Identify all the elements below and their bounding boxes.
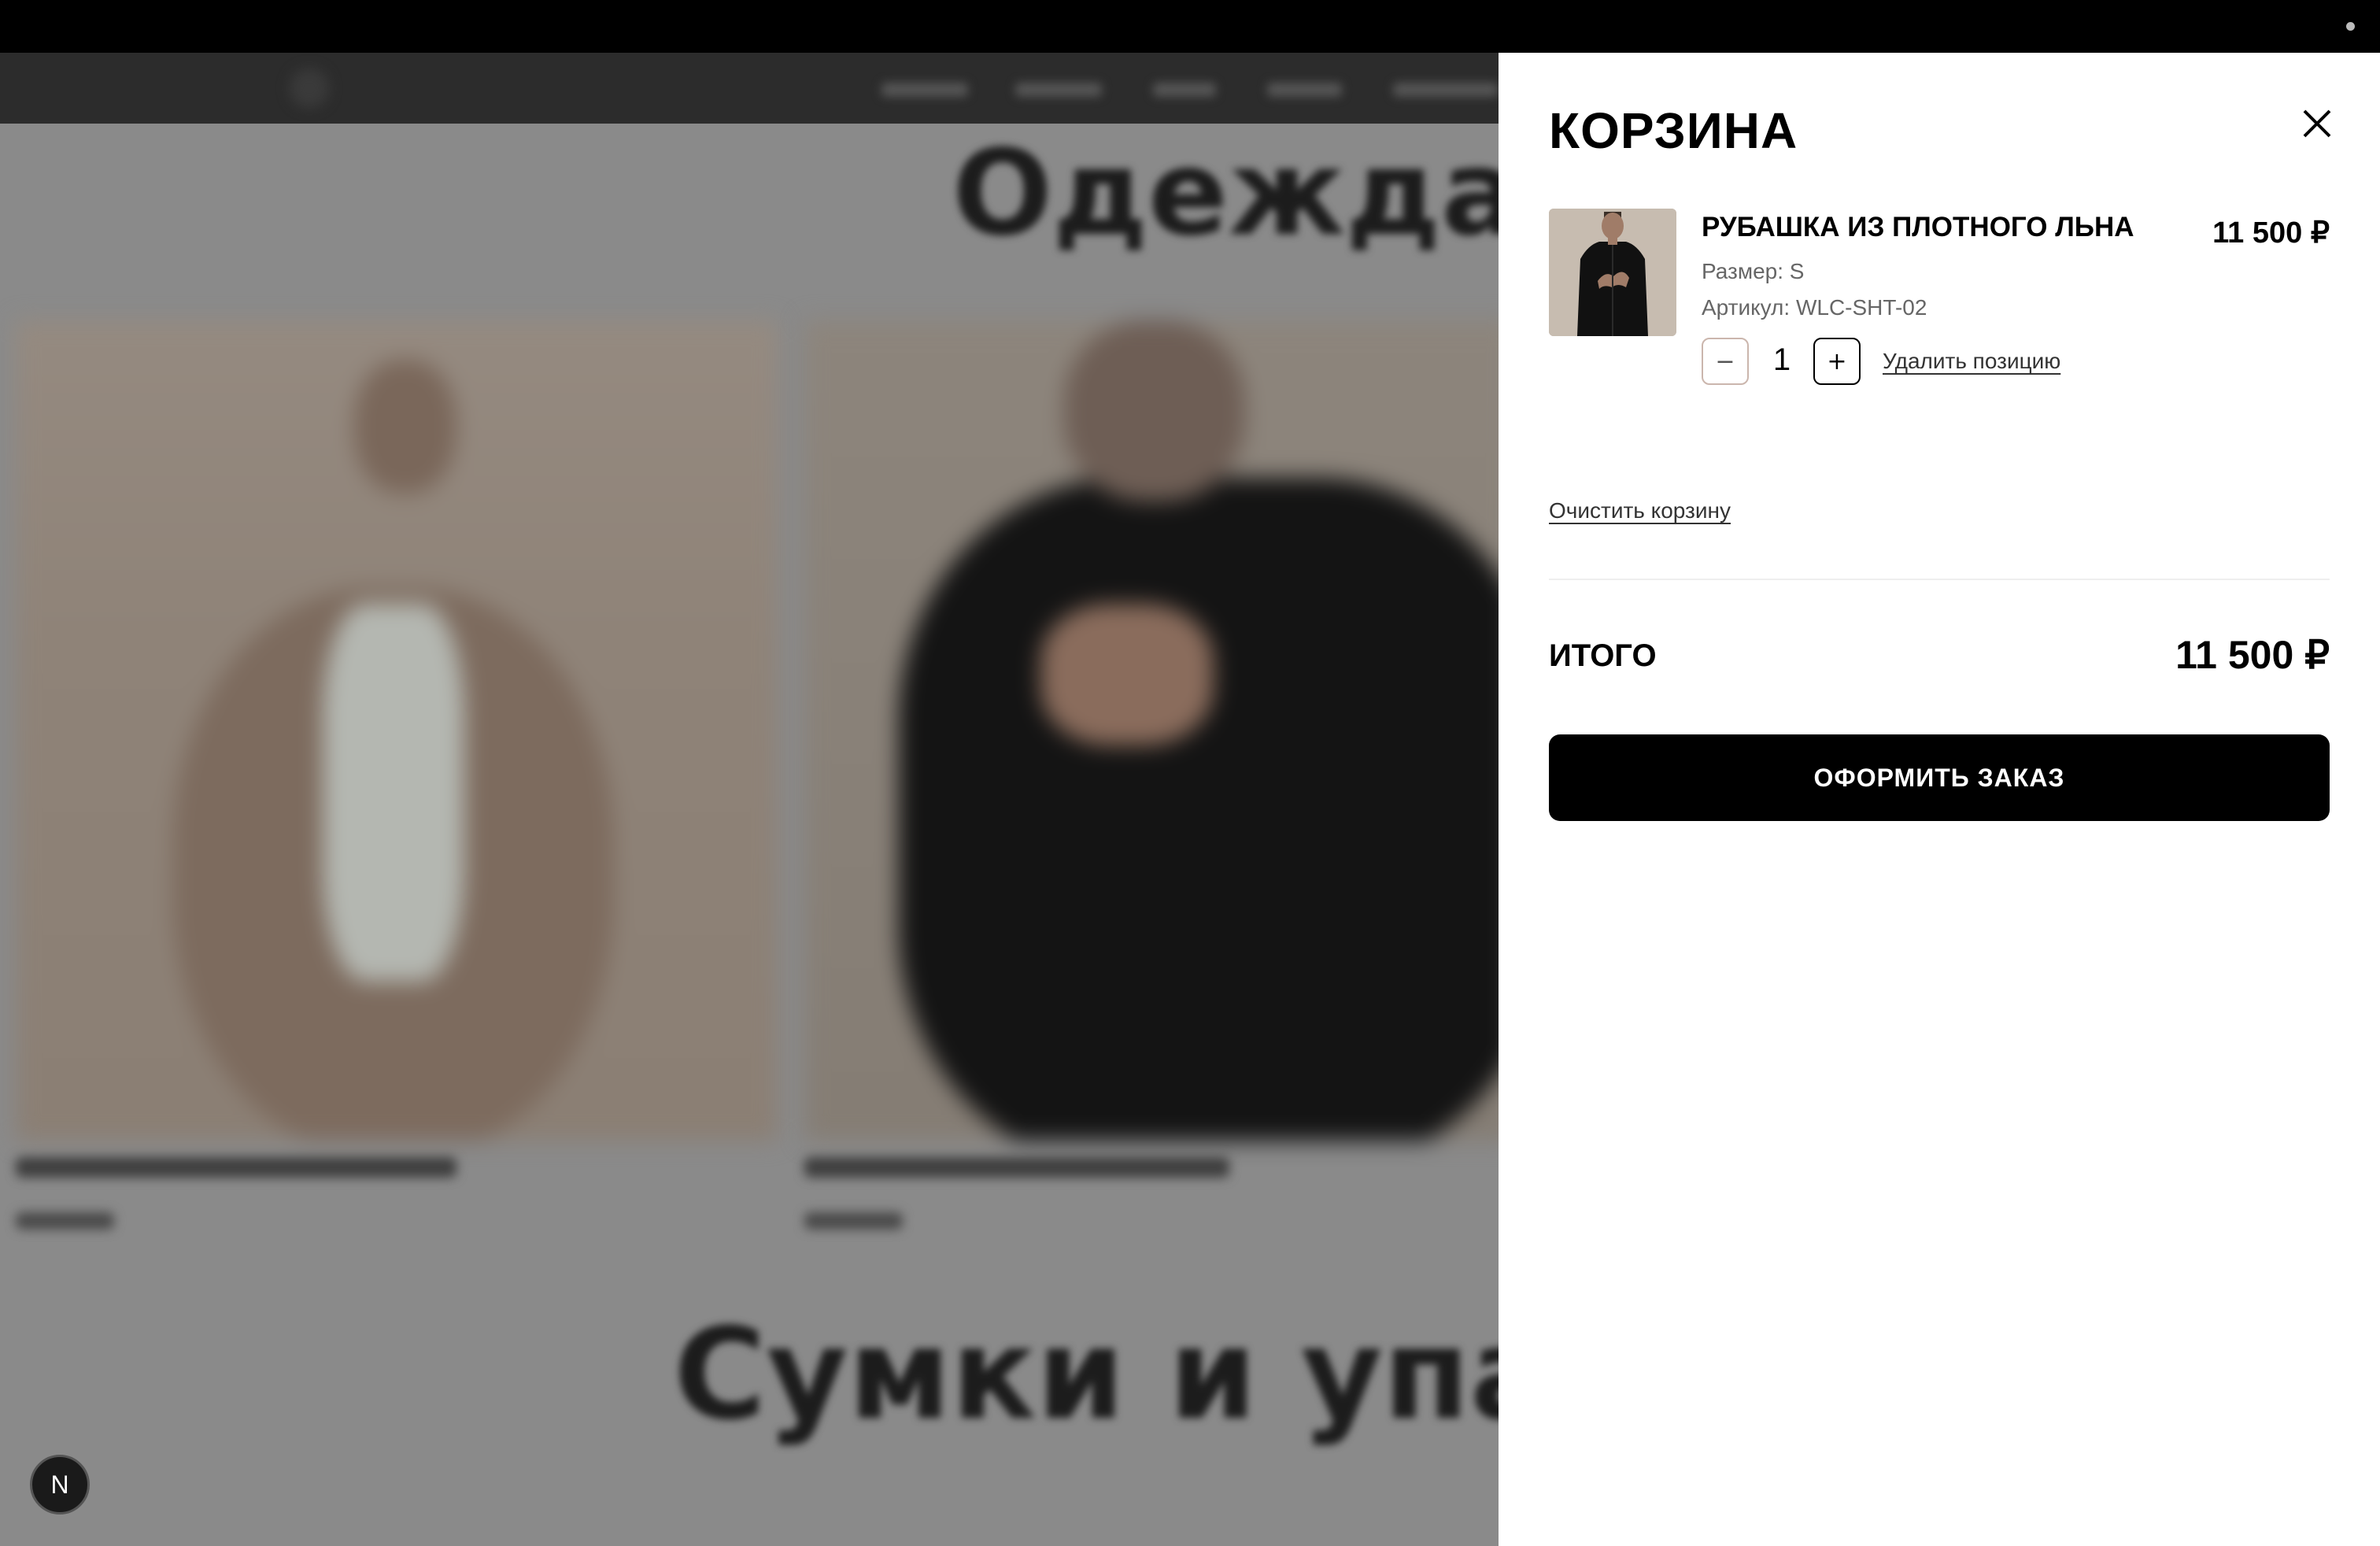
product-card-image (804, 320, 1499, 1141)
total-value: 11 500 ₽ (2175, 633, 2330, 677)
nav-item (1267, 83, 1342, 97)
clear-cart-link[interactable]: Очистить корзину (1549, 498, 1731, 523)
product-price (804, 1212, 903, 1230)
checkout-button[interactable]: ОФОРМИТЬ ЗАКАЗ (1549, 734, 2330, 821)
nextjs-badge[interactable]: N (30, 1455, 90, 1515)
remove-item-link[interactable]: Удалить позицию (1883, 349, 2060, 374)
cart-drawer: КОРЗИНА РУБАШКА ИЗ ПЛОТНОГО ЛЬНА 11 500 … (1499, 53, 2380, 1546)
background-page: Одежда Сумки и упако (0, 53, 1499, 1546)
product-price: 11 500 ₽ (2212, 216, 2330, 250)
quantity-value: 1 (1772, 342, 1791, 377)
divider (1549, 579, 2330, 580)
cart-title: КОРЗИНА (1549, 102, 1798, 159)
decrease-quantity-button[interactable]: − (1702, 338, 1749, 385)
site-nav (0, 53, 1499, 124)
product-thumbnail[interactable] (1549, 209, 1676, 336)
product-caption (804, 1157, 1229, 1178)
product-caption (16, 1157, 456, 1178)
product-price (16, 1212, 114, 1230)
product-sku: Артикул: WLC-SHT-02 (1702, 295, 1927, 320)
plus-icon: + (1827, 347, 1847, 375)
nav-item (1153, 83, 1216, 97)
site-logo (290, 68, 329, 108)
shirt-model-image (1549, 209, 1676, 336)
badge-letter: N (50, 1470, 69, 1499)
top-bar (0, 0, 2380, 53)
total-label: ИТОГО (1549, 638, 1657, 673)
section-title-bags: Сумки и упако (674, 1300, 1499, 1448)
close-button[interactable] (2293, 100, 2341, 147)
nav-item (1393, 83, 1499, 97)
nav-item (1015, 83, 1102, 97)
section-title-clothes: Одежда (952, 125, 1499, 262)
status-dot (2346, 22, 2355, 31)
nav-item (881, 83, 968, 97)
product-name[interactable]: РУБАШКА ИЗ ПЛОТНОГО ЛЬНА (1702, 212, 2134, 243)
minus-icon: − (1715, 347, 1735, 375)
close-icon (2303, 109, 2331, 138)
increase-quantity-button[interactable]: + (1813, 338, 1861, 385)
product-card-image (16, 320, 778, 1141)
product-size: Размер: S (1702, 259, 1805, 283)
